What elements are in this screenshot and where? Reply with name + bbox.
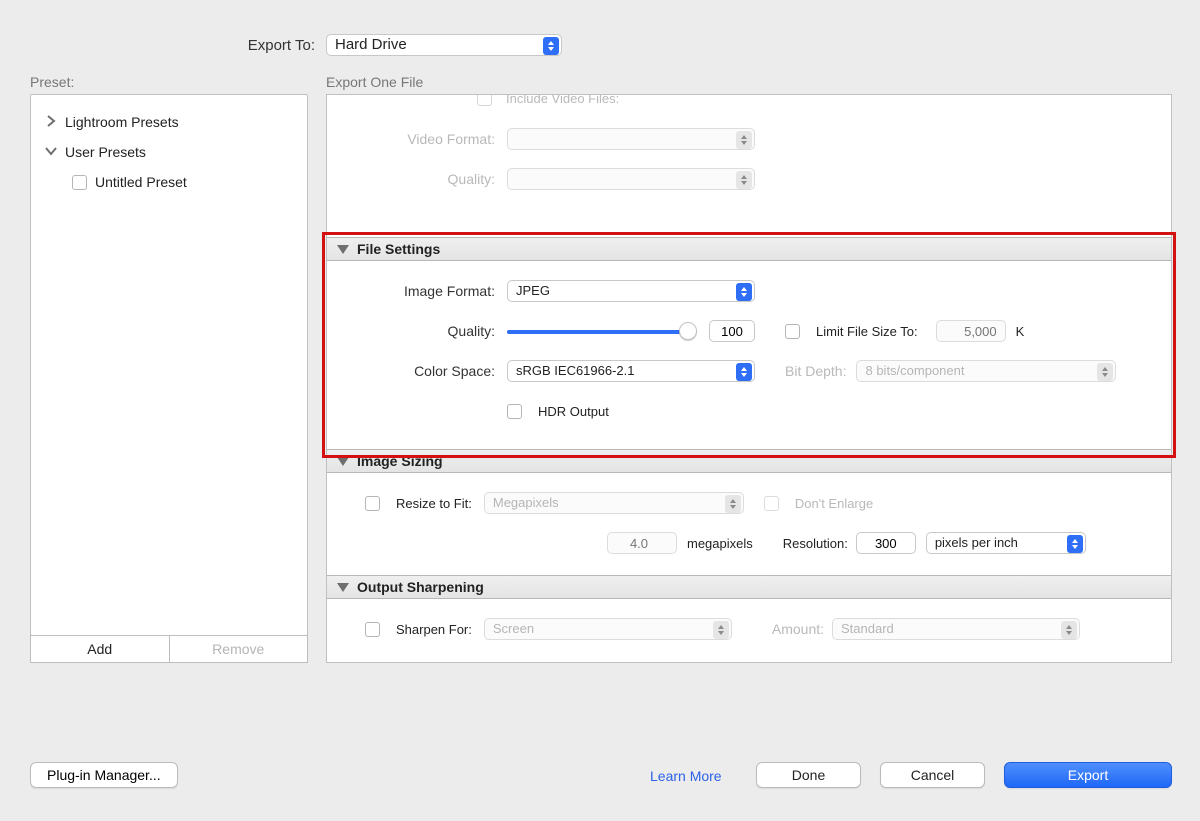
color-space-label: Color Space: bbox=[327, 363, 495, 379]
export-to-label: Export To: bbox=[0, 37, 315, 54]
color-space-select[interactable]: sRGB IEC61966-2.1 bbox=[507, 360, 755, 382]
video-quality-select bbox=[507, 168, 755, 190]
chevron-right-icon bbox=[45, 115, 59, 129]
sharpen-amount-value: Standard bbox=[841, 621, 894, 636]
quality-slider[interactable] bbox=[507, 321, 697, 341]
export-to-select[interactable]: Hard Drive bbox=[326, 34, 562, 56]
bit-depth-label: Bit Depth: bbox=[785, 363, 846, 379]
preset-panel: Lightroom Presets User Presets Untitled … bbox=[30, 94, 308, 636]
sharpen-amount-label: Amount: bbox=[772, 621, 824, 637]
color-space-value: sRGB IEC61966-2.1 bbox=[516, 363, 635, 378]
select-stepper-icon bbox=[736, 283, 752, 301]
disclosure-triangle-icon bbox=[337, 245, 349, 254]
resolution-unit-select[interactable]: pixels per inch bbox=[926, 532, 1086, 554]
preset-header: Preset: bbox=[30, 74, 74, 90]
include-video-checkbox[interactable] bbox=[477, 94, 492, 106]
limit-filesize-label: Limit File Size To: bbox=[816, 324, 918, 339]
select-stepper-icon bbox=[736, 131, 752, 149]
select-stepper-icon bbox=[543, 37, 559, 55]
preset-group-lightroom[interactable]: Lightroom Presets bbox=[31, 107, 307, 137]
limit-filesize-input bbox=[936, 320, 1006, 342]
hdr-output-checkbox[interactable] bbox=[507, 404, 522, 419]
dont-enlarge-label: Don't Enlarge bbox=[795, 496, 873, 511]
bit-depth-select: 8 bits/component bbox=[856, 360, 1116, 382]
preset-item-label: Untitled Preset bbox=[95, 174, 187, 190]
select-stepper-icon bbox=[713, 621, 729, 639]
export-to-value: Hard Drive bbox=[335, 36, 407, 53]
select-stepper-icon bbox=[1097, 363, 1113, 381]
bit-depth-value: 8 bits/component bbox=[865, 363, 964, 378]
file-settings-section: File Settings Image Format: JPEG Quality… bbox=[327, 237, 1171, 449]
sharpen-for-value: Screen bbox=[493, 621, 534, 636]
disclosure-triangle-icon bbox=[337, 583, 349, 592]
select-stepper-icon bbox=[736, 363, 752, 381]
remove-preset-button: Remove bbox=[170, 635, 309, 663]
plugin-manager-button[interactable]: Plug-in Manager... bbox=[30, 762, 178, 788]
limit-filesize-unit: K bbox=[1016, 324, 1025, 339]
image-sizing-section: Image Sizing Resize to Fit: Megapixels D… bbox=[327, 449, 1171, 575]
preset-group-label: User Presets bbox=[65, 144, 146, 160]
export-count-label: Export One File bbox=[326, 74, 423, 90]
done-button[interactable]: Done bbox=[756, 762, 861, 788]
quality-input[interactable] bbox=[709, 320, 755, 342]
hdr-output-label: HDR Output bbox=[538, 404, 609, 419]
preset-item-untitled[interactable]: Untitled Preset bbox=[31, 167, 307, 197]
add-preset-button[interactable]: Add bbox=[30, 635, 170, 663]
settings-panel: Include Video Files: Video Format: Quali… bbox=[326, 94, 1172, 663]
resize-to-fit-label: Resize to Fit: bbox=[396, 496, 472, 511]
dont-enlarge-control: Don't Enlarge bbox=[764, 496, 873, 511]
sharpen-amount-select: Standard bbox=[832, 618, 1080, 640]
megapixels-unit: megapixels bbox=[687, 536, 753, 551]
file-settings-header[interactable]: File Settings bbox=[327, 237, 1171, 261]
select-stepper-icon bbox=[725, 495, 741, 513]
cancel-button[interactable]: Cancel bbox=[880, 762, 985, 788]
image-format-select[interactable]: JPEG bbox=[507, 280, 755, 302]
chevron-down-icon bbox=[45, 145, 59, 159]
select-stepper-icon bbox=[736, 171, 752, 189]
sharpen-for-label: Sharpen For: bbox=[396, 622, 472, 637]
disclosure-triangle-icon bbox=[337, 457, 349, 466]
image-format-value: JPEG bbox=[516, 283, 550, 298]
megapixels-input bbox=[607, 532, 677, 554]
preset-group-user[interactable]: User Presets bbox=[31, 137, 307, 167]
quality-label: Quality: bbox=[327, 323, 495, 339]
learn-more-link[interactable]: Learn More bbox=[650, 768, 722, 784]
video-format-label: Video Format: bbox=[327, 131, 495, 147]
limit-filesize-checkbox[interactable] bbox=[785, 324, 800, 339]
output-sharpening-header[interactable]: Output Sharpening bbox=[327, 575, 1171, 599]
resize-to-fit-control[interactable]: Resize to Fit: bbox=[365, 496, 472, 511]
section-title: Output Sharpening bbox=[357, 575, 484, 599]
export-button[interactable]: Export bbox=[1004, 762, 1172, 788]
select-stepper-icon bbox=[1061, 621, 1077, 639]
sharpen-for-checkbox[interactable] bbox=[365, 622, 380, 637]
include-video-label: Include Video Files: bbox=[506, 94, 619, 106]
video-quality-label: Quality: bbox=[327, 171, 495, 187]
image-sizing-header[interactable]: Image Sizing bbox=[327, 449, 1171, 473]
resolution-input[interactable] bbox=[856, 532, 916, 554]
resolution-label: Resolution: bbox=[783, 536, 848, 551]
dont-enlarge-checkbox bbox=[764, 496, 779, 511]
resolution-unit-value: pixels per inch bbox=[935, 535, 1018, 550]
select-stepper-icon bbox=[1067, 535, 1083, 553]
hdr-output-control[interactable]: HDR Output bbox=[507, 404, 609, 419]
resize-mode-value: Megapixels bbox=[493, 495, 559, 510]
video-format-select bbox=[507, 128, 755, 150]
section-title: File Settings bbox=[357, 237, 440, 261]
preset-checkbox[interactable] bbox=[72, 175, 87, 190]
output-sharpening-section: Output Sharpening Sharpen For: Screen Am… bbox=[327, 575, 1171, 649]
limit-filesize-control[interactable]: Limit File Size To: bbox=[785, 324, 918, 339]
resize-to-fit-checkbox[interactable] bbox=[365, 496, 380, 511]
image-format-label: Image Format: bbox=[327, 283, 495, 299]
sharpen-for-control[interactable]: Sharpen For: bbox=[365, 622, 472, 637]
section-title: Image Sizing bbox=[357, 449, 443, 473]
sharpen-for-select: Screen bbox=[484, 618, 732, 640]
preset-group-label: Lightroom Presets bbox=[65, 114, 179, 130]
resize-mode-select: Megapixels bbox=[484, 492, 744, 514]
